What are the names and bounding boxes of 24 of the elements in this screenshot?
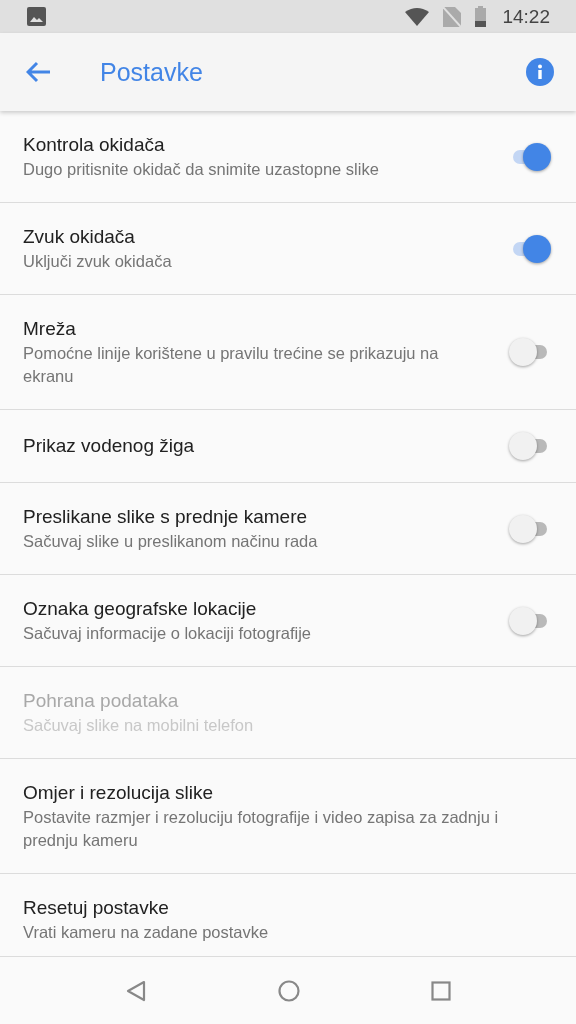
setting-title: Preslikane slike s prednje kamere — [23, 505, 309, 529]
no-sim-icon — [443, 6, 462, 27]
status-time: 14:22 — [502, 5, 550, 28]
setting-title: Prikaz vodenog žiga — [23, 434, 196, 458]
setting-title: Zvuk okidača — [23, 225, 136, 249]
setting-description: Sačuvaj slike u preslikanom načinu rada — [23, 531, 319, 552]
setting-description: Dugo pritisnite okidač da snimite uzastopne slike — [23, 159, 380, 180]
setting-description: Vrati kameru na zadane postavke — [23, 922, 270, 943]
setting-title: Mreža — [23, 317, 77, 341]
setting-description: Postavite razmjer i rezoluciju fotografije i video zapisa za zadnju i prednju kameru — [23, 807, 500, 851]
setting-description: Sačuvaj informacije o lokaciji fotografije — [23, 623, 312, 644]
screen-title: Postavke — [100, 57, 204, 87]
battery-icon — [475, 6, 487, 27]
info-icon[interactable] — [526, 58, 554, 86]
setting-title: Pohrana podataka — [23, 689, 180, 713]
setting-description: Pomoćne linije korištene u pravilu trećine se prikazuju na ekranu — [23, 343, 440, 387]
setting-description: Uključi zvuk okidača — [23, 251, 173, 272]
wifi-icon — [405, 7, 430, 26]
back-icon[interactable] — [26, 61, 52, 83]
setting-title: Resetuj postavke — [23, 896, 170, 920]
setting-title: Omjer i rezolucija slike — [23, 781, 215, 805]
setting-title: Kontrola okidača — [23, 133, 166, 157]
picture-icon — [27, 7, 46, 26]
setting-title: Oznaka geografske lokacije — [23, 597, 258, 621]
